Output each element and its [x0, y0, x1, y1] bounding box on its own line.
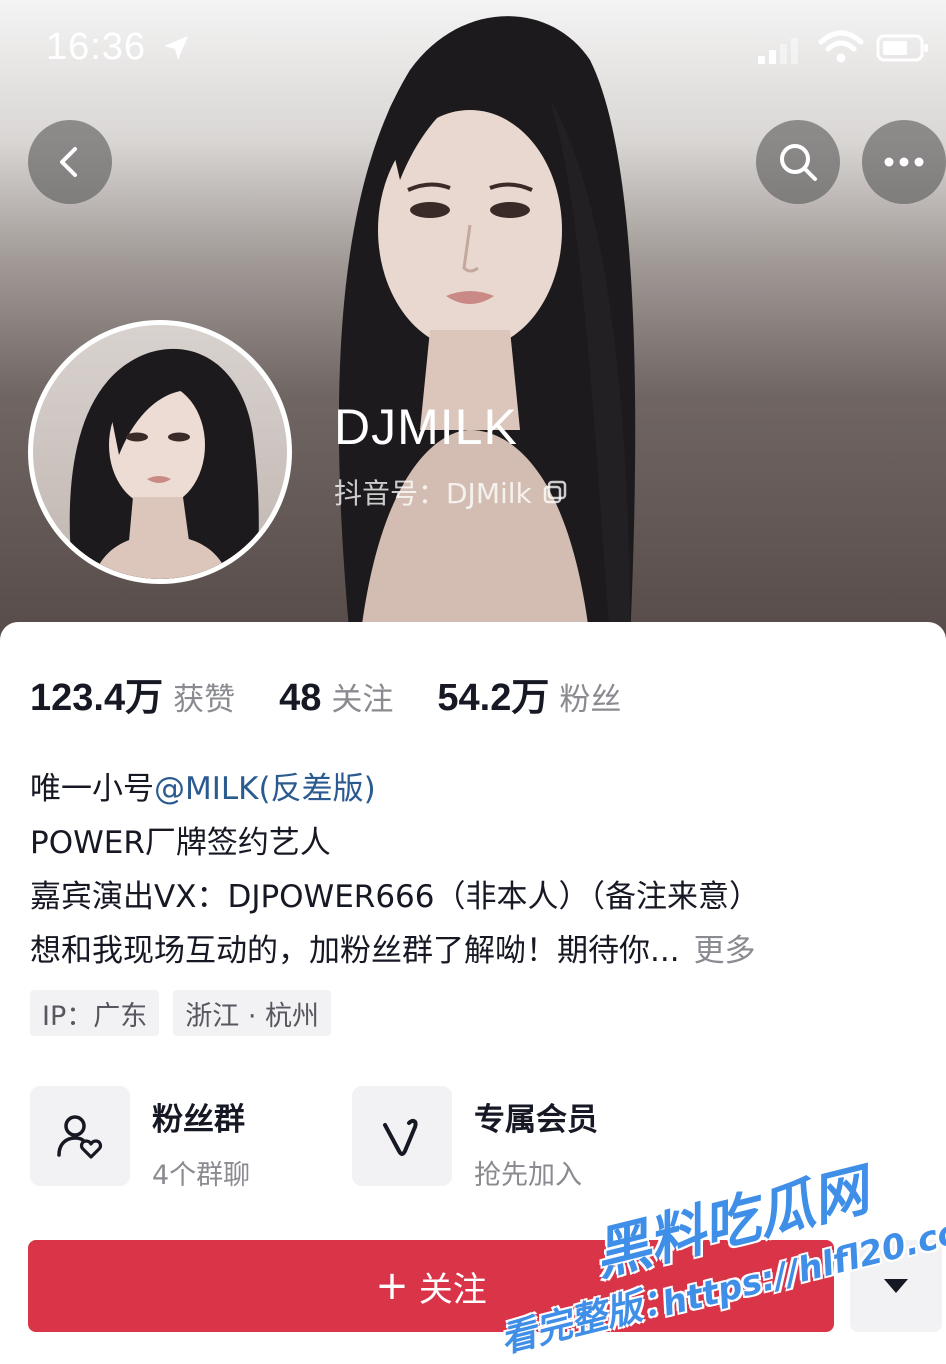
feature-subtitle: 4个群聊	[152, 1160, 251, 1191]
vip-v-icon	[383, 1118, 418, 1156]
copy-icon[interactable]	[542, 479, 568, 505]
profile-bio: 唯一小号@MILK(反差版) POWER厂牌签约艺人 嘉宾演出VX：DJPOWE…	[30, 762, 920, 978]
feature-title: 粉丝群	[152, 1102, 245, 1138]
avatar-portrait-image	[69, 348, 259, 579]
stat-likes: 123.4万 获赞	[30, 666, 235, 721]
search-button[interactable]	[756, 120, 840, 204]
douyin-id-label: 抖音号：DJMilk	[334, 477, 532, 510]
feature-text: 粉丝群 4个群聊	[152, 1086, 250, 1192]
bio-text: 唯一小号	[30, 771, 154, 807]
stat-value: 48	[279, 677, 322, 719]
feature-icon-box	[30, 1086, 130, 1186]
back-button[interactable]	[28, 120, 112, 204]
location-arrow-icon	[164, 36, 188, 60]
plus-icon: +	[375, 1263, 409, 1309]
stat-label: 关注	[331, 682, 394, 718]
ellipsis-icon	[884, 157, 924, 167]
profile-info-panel: 123.4万 获赞 48 关注 54.2万 粉丝 唯一小号@MILK(反差版) …	[0, 622, 946, 1364]
cover-portrait-image	[338, 16, 636, 640]
wifi-icon	[818, 30, 864, 63]
status-bar: 16:36	[0, 0, 946, 96]
recommend-dropdown-button[interactable]	[850, 1240, 942, 1332]
fan-group-icon	[57, 1115, 103, 1159]
bio-text: 想和我现场互动的，加粉丝群了解呦！期待你...	[30, 933, 680, 969]
chevron-left-icon	[60, 147, 77, 177]
feature-subtitle: 抢先加入	[474, 1160, 582, 1191]
bio-line: 嘉宾演出VX：DJPOWER666（非本人）（备注来意）	[30, 879, 760, 915]
stat-label: 获赞	[173, 682, 236, 718]
avatar[interactable]	[28, 320, 292, 584]
ip-location-tag: IP：广东	[30, 990, 160, 1036]
search-icon	[780, 144, 817, 181]
feature-icon-box	[352, 1086, 452, 1186]
stat-label: 粉丝	[559, 682, 622, 718]
profile-nickname: DJMILK	[334, 399, 518, 455]
more-options-button[interactable]	[862, 120, 946, 204]
feature-title: 专属会员	[474, 1102, 598, 1138]
feature-text: 专属会员 抢先加入	[474, 1086, 598, 1192]
battery-icon	[876, 34, 928, 62]
stat-followers[interactable]: 54.2万 粉丝	[437, 666, 621, 721]
stat-following[interactable]: 48 关注	[279, 674, 393, 720]
feature-entries: 粉丝群 4个群聊 专属会员 抢先加入	[30, 1086, 674, 1192]
fan-group-entry[interactable]: 粉丝群 4个群聊	[30, 1086, 352, 1192]
bio-line: 想和我现场互动的，加粉丝群了解呦！期待你... 更多	[30, 924, 920, 978]
douyin-id-row[interactable]: 抖音号：DJMilk	[334, 472, 568, 512]
follow-label: 关注	[418, 1269, 487, 1310]
stat-value: 123.4万	[30, 677, 164, 719]
bio-line: POWER厂牌签约艺人	[30, 825, 331, 861]
caret-down-icon	[884, 1279, 908, 1293]
status-time: 16:36	[46, 26, 147, 68]
stats-row: 123.4万 获赞 48 关注 54.2万 粉丝	[30, 666, 665, 721]
bio-line: 唯一小号@MILK(反差版)	[30, 762, 920, 816]
profile-tags: IP：广东 浙江 · 杭州	[30, 990, 331, 1036]
follow-button[interactable]: + 关注	[28, 1240, 834, 1332]
vip-membership-entry[interactable]: 专属会员 抢先加入	[352, 1086, 674, 1192]
cellular-signal-icon	[758, 38, 798, 64]
action-row: + 关注	[28, 1240, 942, 1332]
bio-mention-link[interactable]: @MILK(反差版)	[154, 771, 376, 807]
city-tag: 浙江 · 杭州	[173, 990, 331, 1036]
stat-value: 54.2万	[437, 677, 550, 719]
bio-more-link[interactable]: 更多	[694, 933, 756, 969]
